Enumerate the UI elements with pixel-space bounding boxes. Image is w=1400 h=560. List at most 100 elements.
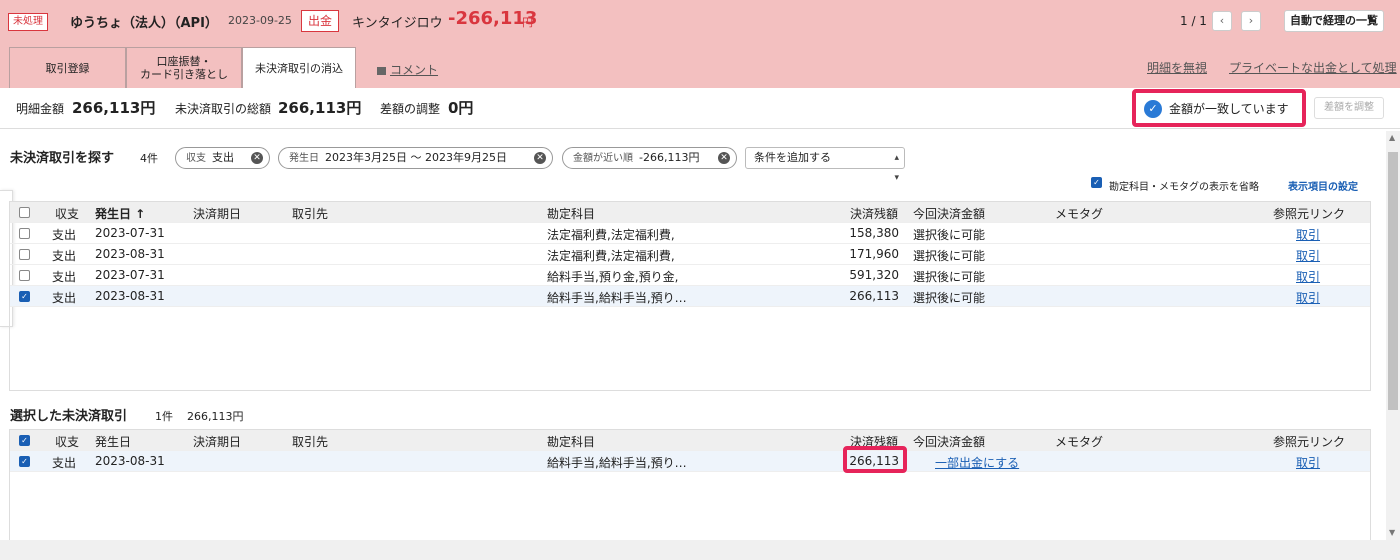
table-row[interactable]: 支出 2023-07-31 法定福利費,法定福利費, 158,380 選択後に可能 取引 [10, 223, 1370, 244]
filter-chip-type[interactable]: 収支 支出 ✕ [175, 147, 270, 169]
match-text: 金額が一致しています [1169, 102, 1289, 116]
cell-this-amount: 選択後に可能 [913, 249, 986, 263]
col-date: 発生日 [95, 435, 132, 449]
next-page-button[interactable]: › [1241, 11, 1261, 31]
chevron-right-icon: › [1248, 14, 1254, 27]
cell-type: 支出 [52, 270, 77, 284]
ref-link[interactable]: 取引 [1296, 289, 1320, 306]
cell-balance: 591,320 [849, 268, 899, 282]
display-settings-link[interactable]: 表示項目の設定 [1288, 178, 1358, 193]
cell-date: 2023-07-31 [95, 226, 165, 240]
detail-amount-label: 明細金額 [16, 102, 65, 116]
partial-payment-link[interactable]: 一部出金にする [935, 454, 1019, 471]
unsettled-total-value: 266,113円 [278, 99, 362, 117]
tab-reconcile[interactable]: 未決済取引の消込 [242, 47, 356, 88]
col-memo: メモタグ [1055, 207, 1104, 221]
col-balance: 決済残額 [850, 207, 899, 221]
account-name: ゆうちょ（法人）（API） [70, 16, 218, 31]
select-all-checkbox[interactable]: ✓ [19, 435, 30, 446]
prev-page-button[interactable]: ‹ [1212, 11, 1232, 31]
col-ref: 参照元リンク [1273, 435, 1346, 449]
cell-account: 法定福利費,法定福利費, [547, 228, 675, 242]
ignore-detail-link[interactable]: 明細を無視 [1147, 59, 1207, 76]
scroll-down-icon[interactable]: ▼ [1389, 528, 1395, 537]
chip-label: 金額が近い順 [573, 153, 633, 164]
cell-this-amount: 選択後に可能 [913, 270, 986, 284]
cell-type: 支出 [52, 249, 77, 263]
col-partner: 取引先 [292, 435, 329, 449]
table-header-row: 収支 発生日 ↑ 決済期日 取引先 勘定科目 決済残額 今回決済金額 メモタグ … [10, 202, 1370, 223]
auto-list-button[interactable]: 自動で経理の一覧 [1284, 10, 1384, 32]
tab-register-label: 取引登録 [45, 61, 90, 75]
cell-type: 支出 [52, 456, 77, 470]
cell-date: 2023-08-31 [95, 247, 165, 261]
tab-transfer[interactable]: 口座振替・ カード引き落とし [126, 47, 242, 88]
comment-icon [377, 66, 386, 75]
table-row[interactable]: ✓ 支出 2023-08-31 給料手当,給料手当,預り… 266,113 一部… [10, 451, 1370, 472]
row-checkbox[interactable] [19, 228, 30, 239]
ref-link[interactable]: 取引 [1296, 454, 1320, 471]
col-partner: 取引先 [292, 207, 329, 221]
col-date-sort[interactable]: 発生日 ↑ [95, 205, 145, 222]
filter-chip-amount[interactable]: 金額が近い順 -266,113円 ✕ [562, 147, 737, 169]
chip-value: 支出 [212, 151, 234, 164]
row-checkbox[interactable] [19, 270, 30, 281]
tab-transfer-label: 口座振替・ カード引き落とし [140, 55, 228, 81]
filter-chip-date[interactable]: 発生日 2023年3月25日 〜 2023年9月25日 ✕ [278, 147, 553, 169]
row-checkbox[interactable]: ✓ [19, 291, 30, 302]
comment-link[interactable]: コメント [377, 61, 438, 78]
remove-filter-icon[interactable]: ✕ [251, 152, 263, 164]
cell-type: 支出 [52, 291, 77, 305]
selected-total: 266,113円 [187, 410, 244, 423]
scrollbar-thumb[interactable] [1388, 152, 1398, 410]
ref-link[interactable]: 取引 [1296, 247, 1320, 264]
adjust-diff-button[interactable]: 差額を調整 [1314, 97, 1384, 119]
ref-link[interactable]: 取引 [1296, 268, 1320, 285]
remove-filter-icon[interactable]: ✕ [534, 152, 546, 164]
omit-display-label: 勘定科目・メモタグの表示を省略 [1109, 182, 1259, 193]
select-all-checkbox[interactable] [19, 207, 30, 218]
transaction-header: 未処理 ゆうちょ（法人）（API） 2023-09-25 出金 キンタイジロウ … [0, 0, 1400, 88]
search-count: 4件 [140, 152, 158, 165]
col-due: 決済期日 [193, 435, 242, 449]
row-checkbox[interactable] [19, 249, 30, 260]
cell-this-amount: 選択後に可能 [913, 228, 986, 242]
selected-section-title: 選択した未決済取引 [10, 409, 128, 424]
cell-date: 2023-07-31 [95, 268, 165, 282]
col-ref: 参照元リンク [1273, 207, 1346, 221]
tab-register[interactable]: 取引登録 [9, 47, 126, 88]
table-row[interactable]: 支出 2023-08-31 法定福利費,法定福利費, 171,960 選択後に可能 取引 [10, 244, 1370, 265]
add-condition-select[interactable]: 条件を追加する ▴ ▾ [745, 147, 905, 183]
private-expense-link[interactable]: プライベートな出金として処理 [1229, 59, 1397, 76]
row-checkbox[interactable]: ✓ [19, 456, 30, 467]
balance-highlight [843, 446, 907, 473]
diff-adjust-value: 0円 [448, 99, 474, 117]
ref-link[interactable]: 取引 [1296, 226, 1320, 243]
remove-filter-icon[interactable]: ✕ [718, 152, 730, 164]
detail-amount-value: 266,113円 [72, 99, 156, 117]
direction-badge: 出金 [301, 10, 340, 32]
amount-unit: 円 [522, 16, 533, 29]
select-arrows-icon: ▴ ▾ [894, 153, 899, 183]
add-condition-label: 条件を追加する [754, 151, 831, 164]
tab-reconcile-label: 未決済取引の消込 [255, 61, 343, 75]
chevron-left-icon: ‹ [1219, 14, 1225, 27]
col-type: 収支 [55, 207, 80, 221]
unsettled-total-label: 未決済取引の総額 [175, 102, 272, 116]
cell-account: 給料手当,給料手当,預り… [547, 291, 687, 305]
omit-display-checkbox[interactable]: ✓ [1091, 177, 1102, 188]
cell-balance: 158,380 [849, 226, 899, 240]
cell-balance: 266,113 [849, 289, 899, 303]
cell-date: 2023-08-31 [95, 454, 165, 468]
scroll-up-icon[interactable]: ▲ [1389, 133, 1395, 142]
chip-label: 発生日 [289, 153, 319, 164]
chip-value: -266,113円 [639, 151, 700, 164]
table-row[interactable]: 支出 2023-07-31 給料手当,預り金,預り金, 591,320 選択後に可能 取引 [10, 265, 1370, 286]
table-header-row: ✓ 収支 発生日 決済期日 取引先 勘定科目 決済残額 今回決済金額 メモタグ … [10, 430, 1370, 451]
selected-table: ✓ 収支 発生日 決済期日 取引先 勘定科目 決済残額 今回決済金額 メモタグ … [9, 429, 1371, 540]
cell-account: 給料手当,預り金,預り金, [547, 270, 679, 284]
col-account: 勘定科目 [547, 435, 596, 449]
table-row[interactable]: ✓ 支出 2023-08-31 給料手当,給料手当,預り… 266,113 選択後に可能 取… [10, 286, 1370, 307]
footer-strip [0, 540, 1400, 560]
comment-label: コメント [390, 63, 439, 77]
